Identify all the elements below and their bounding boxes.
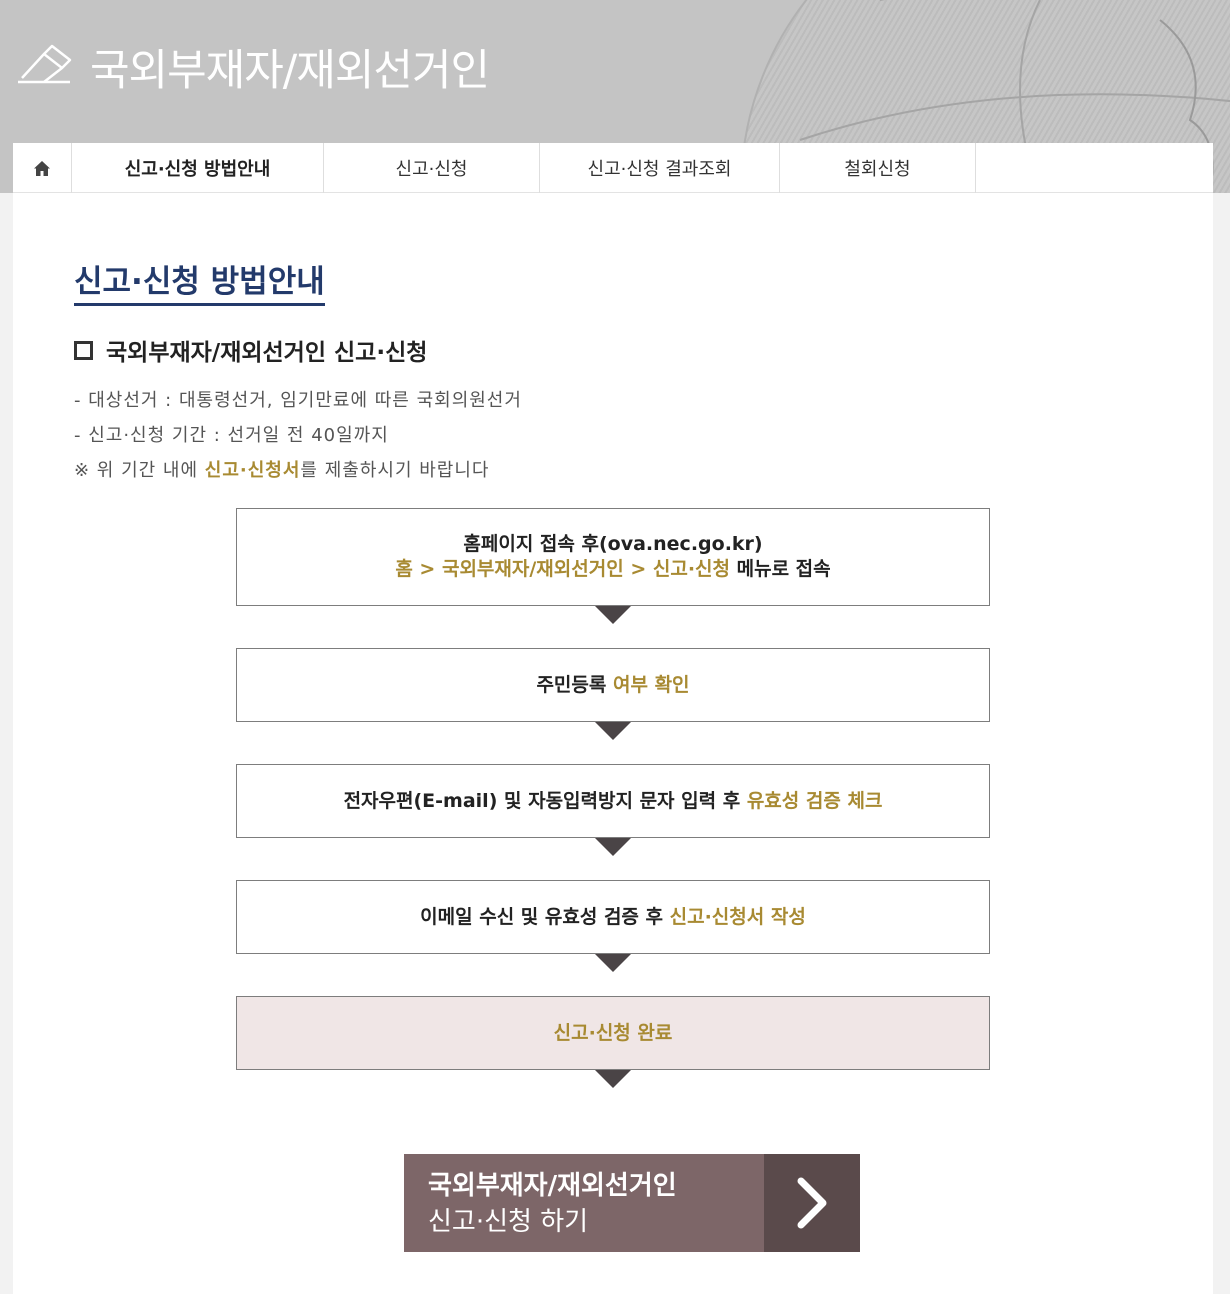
- down-arrow-icon: [595, 606, 631, 624]
- apply-button-line2: 신고·신청 하기: [428, 1207, 589, 1237]
- step-1-menu1: 국외부재자/재외선거인: [441, 558, 624, 580]
- step-5-highlight: 신고·신청 완료: [553, 1021, 673, 1044]
- apply-button-label: 국외부재자/재외선거인 신고·신청 하기: [404, 1154, 764, 1252]
- tab-guide[interactable]: 신고·신청 방법안내: [72, 143, 324, 193]
- step-4-highlight: 신고·신청서 작성: [669, 905, 806, 928]
- tab-home[interactable]: [13, 143, 72, 193]
- section-title: 국외부재자/재외선거인 신고·신청: [106, 340, 428, 366]
- step-4-box: 이메일 수신 및 유효성 검증 후 신고·신청서 작성: [236, 880, 990, 954]
- section-heading: 국외부재자/재외선거인 신고·신청: [74, 333, 427, 367]
- down-arrow-icon: [595, 1070, 631, 1088]
- banner-title: 국외부재자/재외선거인: [90, 46, 490, 96]
- square-bullet-icon: [74, 340, 93, 360]
- apply-button-line1: 국외부재자/재외선거인: [428, 1171, 677, 1201]
- tab-withdraw[interactable]: 철회신청: [780, 143, 976, 193]
- tab-apply[interactable]: 신고·신청: [324, 143, 540, 193]
- step-5-box: 신고·신청 완료: [236, 996, 990, 1070]
- eraser-icon: [18, 44, 72, 84]
- tab-bar: 신고·신청 방법안내 신고·신청 신고·신청 결과조회 철회신청: [13, 143, 1213, 193]
- down-arrow-icon: [595, 954, 631, 972]
- step-3-box: 전자우편(E-mail) 및 자동입력방지 문자 입력 후 유효성 검증 체크: [236, 764, 990, 838]
- step-1-line1: 홈페이지 접속 후(ova.nec.go.kr): [463, 533, 763, 555]
- step-1-sep2: >: [623, 558, 653, 580]
- step-2-text: 주민등록: [536, 673, 613, 696]
- info-notice: ※ 위 기간 내에 신고·신청서를 제출하시기 바랍니다: [74, 456, 489, 482]
- page-title: 신고·신청 방법안내: [74, 263, 325, 306]
- step-4-text: 이메일 수신 및 유효성 검증 후: [420, 905, 670, 928]
- info-notice-suffix: 를 제출하시기 바랍니다: [300, 460, 490, 481]
- down-arrow-icon: [595, 838, 631, 856]
- info-target-election: - 대상선거 : 대통령선거, 임기만료에 따른 국회의원선거: [74, 390, 522, 411]
- apply-button[interactable]: 국외부재자/재외선거인 신고·신청 하기: [404, 1154, 860, 1252]
- step-1-home: 홈: [395, 558, 413, 580]
- down-arrow-icon: [595, 722, 631, 740]
- tab-bar-filler: [976, 143, 1213, 193]
- step-1-menu2: 신고·신청: [652, 558, 731, 580]
- step-2-highlight: 여부 확인: [613, 673, 690, 696]
- home-icon: [34, 160, 50, 176]
- main-content: 신고·신청 방법안내 국외부재자/재외선거인 신고·신청 - 대상선거 : 대통…: [13, 193, 1213, 1294]
- chevron-right-icon: [764, 1154, 860, 1252]
- step-1-box: 홈페이지 접속 후(ova.nec.go.kr) 홈 > 국외부재자/재외선거인…: [236, 508, 990, 606]
- step-1-sep1: >: [412, 558, 442, 580]
- tab-result-lookup[interactable]: 신고·신청 결과조회: [540, 143, 780, 193]
- step-3-highlight: 유효성 검증 체크: [746, 789, 883, 812]
- step-2-box: 주민등록 여부 확인: [236, 648, 990, 722]
- info-notice-highlight: 신고·신청서: [204, 460, 301, 481]
- step-3-text: 전자우편(E-mail) 및 자동입력방지 문자 입력 후: [343, 789, 747, 812]
- info-notice-prefix: ※ 위 기간 내에: [74, 460, 205, 481]
- info-period: - 신고·신청 기간 : 선거일 전 40일까지: [74, 425, 389, 446]
- step-1-line2: 홈 > 국외부재자/재외선거인 > 신고·신청 메뉴로 접속: [395, 557, 830, 582]
- step-1-suffix: 메뉴로 접속: [730, 558, 831, 580]
